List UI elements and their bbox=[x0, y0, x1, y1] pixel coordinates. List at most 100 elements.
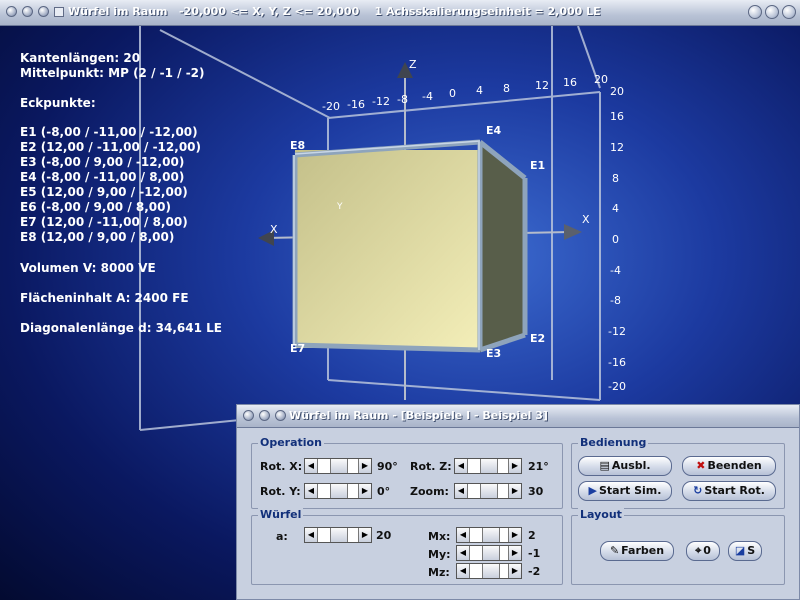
rotx-slider[interactable]: ◀ ▶ bbox=[304, 458, 372, 474]
top-tick-label: -8 bbox=[397, 93, 408, 106]
close-button[interactable] bbox=[782, 5, 796, 19]
eckpunkt-item: E5 (12,00 / 9,00 / -12,00) bbox=[20, 185, 188, 199]
arrow-right-icon[interactable]: ▶ bbox=[508, 546, 521, 560]
y-axis-label: Y bbox=[337, 202, 343, 212]
right-tick-label: -20 bbox=[608, 380, 626, 393]
eckpunkt-item: E3 (-8,00 / 9,00 / -12,00) bbox=[20, 155, 185, 169]
right-tick-label: -12 bbox=[608, 325, 626, 338]
window-orb-icon[interactable] bbox=[275, 410, 286, 421]
top-tick-label: 0 bbox=[449, 87, 456, 100]
right-tick-label: -4 bbox=[610, 264, 621, 277]
top-tick-label: -12 bbox=[372, 95, 390, 108]
arrow-right-icon[interactable]: ▶ bbox=[508, 484, 521, 498]
slider-thumb[interactable] bbox=[482, 528, 500, 542]
arrow-left-icon[interactable]: ◀ bbox=[455, 459, 468, 473]
operation-label: Operation bbox=[258, 436, 324, 449]
zoom-slider[interactable]: ◀ ▶ bbox=[454, 483, 522, 499]
slider-thumb[interactable] bbox=[330, 484, 348, 498]
flaecheninhalt-text: Flächeninhalt A: 2400 FE bbox=[20, 291, 189, 305]
start-rot-button[interactable]: ↻ Start Rot. bbox=[682, 481, 776, 501]
slider-thumb[interactable] bbox=[330, 459, 348, 473]
kantenlaengen-text: Kantenlängen: 20 bbox=[20, 51, 141, 65]
eckpunkt-item: E7 (12,00 / -11,00 / 8,00) bbox=[20, 215, 188, 229]
arrow-right-icon[interactable]: ▶ bbox=[358, 528, 371, 542]
vertex-label: E2 bbox=[530, 332, 546, 345]
arrow-right-icon[interactable]: ▶ bbox=[358, 484, 371, 498]
window-orb-icon[interactable] bbox=[6, 6, 17, 17]
print-icon: ▤ bbox=[599, 459, 610, 472]
mz-value: -2 bbox=[528, 565, 541, 578]
top-tick-label: -20 bbox=[322, 100, 340, 113]
disk-icon: ◪ bbox=[734, 544, 746, 557]
rotz-value: 21° bbox=[528, 460, 549, 473]
bedienung-label: Bedienung bbox=[578, 436, 649, 449]
rotz-slider[interactable]: ◀ ▶ bbox=[454, 458, 522, 474]
window-orb-icon[interactable] bbox=[38, 6, 49, 17]
arrow-left-icon[interactable]: ◀ bbox=[455, 484, 468, 498]
operation-group: Operation Rot. X: ◀ ▶ 90° Rot. Z: ◀ ▶ 21… bbox=[251, 436, 563, 509]
layout-group: Layout ✎ Farben ⌖ 0 ◪ S bbox=[571, 508, 785, 585]
arrow-left-icon[interactable]: ◀ bbox=[305, 484, 318, 498]
arrow-right-icon[interactable]: ▶ bbox=[508, 528, 521, 542]
save-button[interactable]: ◪ S bbox=[728, 541, 762, 561]
my-label: My: bbox=[428, 548, 451, 561]
zoom-label: Zoom: bbox=[410, 485, 449, 498]
window-orb-icon[interactable] bbox=[259, 410, 270, 421]
rotz-label: Rot. Z: bbox=[410, 460, 452, 473]
arrow-left-icon[interactable]: ◀ bbox=[305, 459, 318, 473]
control-window: Würfel im Raum - [Beispiele I - Beispiel… bbox=[236, 404, 800, 600]
arrow-left-icon[interactable]: ◀ bbox=[305, 528, 318, 542]
vertex-label: E8 bbox=[290, 139, 306, 152]
mittelpunkt-text: Mittelpunkt: MP (2 / -1 / -2) bbox=[20, 66, 205, 80]
slider-thumb[interactable] bbox=[482, 546, 500, 560]
right-tick-label: 12 bbox=[610, 141, 624, 154]
roty-value: 0° bbox=[377, 485, 391, 498]
reset-zero-button[interactable]: ⌖ 0 bbox=[686, 541, 720, 561]
maximize-button[interactable] bbox=[765, 5, 779, 19]
slider-thumb[interactable] bbox=[330, 528, 348, 542]
eckpunkte-heading: Eckpunkte: bbox=[20, 96, 96, 110]
a-value: 20 bbox=[376, 529, 392, 542]
farben-button[interactable]: ✎ Farben bbox=[600, 541, 674, 561]
a-slider[interactable]: ◀ ▶ bbox=[304, 527, 372, 543]
mx-slider[interactable]: ◀ ▶ bbox=[456, 527, 522, 543]
mz-slider[interactable]: ◀ ▶ bbox=[456, 563, 522, 579]
vertex-label: E3 bbox=[486, 347, 502, 360]
top-tick-label: 4 bbox=[476, 84, 483, 97]
mx-value: 2 bbox=[528, 529, 536, 542]
arrow-right-icon[interactable]: ▶ bbox=[358, 459, 371, 473]
brush-icon: ✎ bbox=[609, 544, 620, 557]
start-sim-button[interactable]: ▶ Start Sim. bbox=[578, 481, 672, 501]
wuerfel-label: Würfel bbox=[258, 508, 304, 521]
eckpunkt-item: E2 (12,00 / -11,00 / -12,00) bbox=[20, 140, 202, 154]
right-tick-label: 0 bbox=[612, 233, 619, 246]
arrow-left-icon[interactable]: ◀ bbox=[457, 564, 470, 578]
right-tick-label: 20 bbox=[610, 85, 624, 98]
window-orb-icon[interactable] bbox=[22, 6, 33, 17]
top-tick-label: 12 bbox=[535, 79, 549, 92]
right-tick-label: 16 bbox=[610, 110, 624, 123]
control-titlebar: Würfel im Raum - [Beispiele I - Beispiel… bbox=[237, 405, 799, 428]
play-icon: ▶ bbox=[588, 484, 597, 497]
minimize-button[interactable] bbox=[748, 5, 762, 19]
arrow-left-icon[interactable]: ◀ bbox=[457, 546, 470, 560]
arrow-left-icon[interactable]: ◀ bbox=[457, 528, 470, 542]
my-slider[interactable]: ◀ ▶ bbox=[456, 545, 522, 561]
vertex-label: E1 bbox=[530, 159, 546, 172]
rotate-icon: ↻ bbox=[693, 484, 703, 497]
volumen-text: Volumen V: 8000 VE bbox=[20, 261, 156, 275]
slider-thumb[interactable] bbox=[482, 564, 500, 578]
eckpunkt-item: E4 (-8,00 / -11,00 / 8,00) bbox=[20, 170, 185, 184]
roty-slider[interactable]: ◀ ▶ bbox=[304, 483, 372, 499]
z-axis-label: Z bbox=[409, 58, 417, 71]
window-orb-icon[interactable] bbox=[243, 410, 254, 421]
arrow-right-icon[interactable]: ▶ bbox=[508, 459, 521, 473]
slider-thumb[interactable] bbox=[480, 484, 498, 498]
slider-thumb[interactable] bbox=[480, 459, 498, 473]
beenden-button[interactable]: ✖ Beenden bbox=[682, 456, 776, 476]
arrow-right-icon[interactable]: ▶ bbox=[508, 564, 521, 578]
ausbl-button[interactable]: ▤ Ausbl. bbox=[578, 456, 672, 476]
my-value: -1 bbox=[528, 547, 541, 560]
right-tick-label: -8 bbox=[610, 294, 621, 307]
top-tick-label: -4 bbox=[422, 90, 433, 103]
